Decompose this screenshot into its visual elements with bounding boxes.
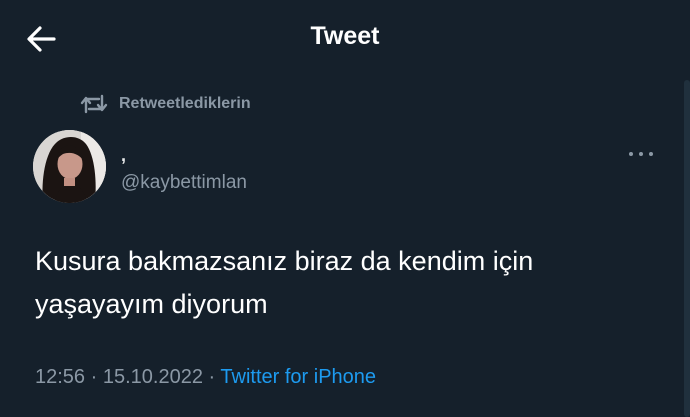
tweet-date[interactable]: 15.10.2022 xyxy=(103,366,203,388)
scrollbar[interactable] xyxy=(684,80,690,417)
tweet-time: 12:56 xyxy=(35,366,86,388)
page-title: Tweet xyxy=(310,22,380,50)
retweet-label: Retweetlediklerin xyxy=(119,95,251,112)
username-handle[interactable]: @kaybettimlan xyxy=(121,172,247,194)
more-horizontal-icon[interactable] xyxy=(626,146,656,162)
top-bar: Tweet xyxy=(0,0,690,80)
separator-dot: · xyxy=(90,366,98,388)
tweet-metadata: 12:56 · 15.10.2022 · Twitter for iPhone xyxy=(35,366,376,389)
retweet-indicator: Retweetlediklerin xyxy=(80,92,251,116)
tweet-text: Kusura bakmazsanız biraz da kendim için … xyxy=(35,246,534,319)
retweet-icon xyxy=(80,94,108,114)
tweet-source-link[interactable]: Twitter for iPhone xyxy=(220,366,376,388)
avatar[interactable] xyxy=(33,130,106,203)
avatar-image xyxy=(33,130,106,203)
display-name[interactable]: , xyxy=(121,145,126,166)
separator-dot: · xyxy=(208,366,216,388)
